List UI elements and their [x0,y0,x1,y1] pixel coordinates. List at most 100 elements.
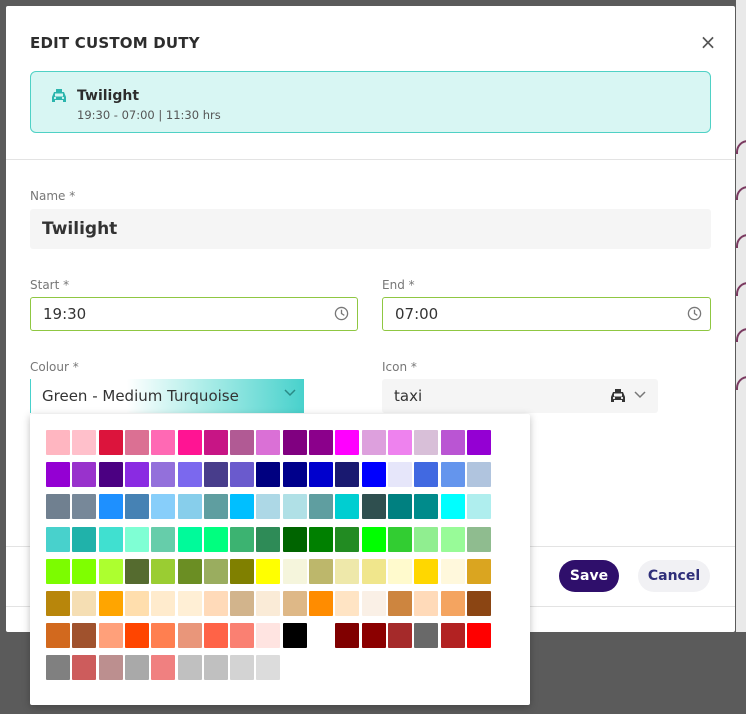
colour-swatch[interactable] [151,526,176,552]
colour-swatch[interactable] [466,526,491,552]
colour-swatch[interactable] [309,558,333,584]
colour-swatch[interactable] [440,430,465,455]
end-time-input[interactable]: 07:00 [382,297,711,331]
colour-swatch[interactable] [466,558,491,584]
colour-swatch[interactable] [72,558,97,584]
colour-swatch[interactable] [230,430,255,455]
colour-swatch[interactable] [309,526,333,552]
colour-swatch[interactable] [72,526,97,552]
icon-select[interactable]: taxi [382,379,658,413]
colour-swatch[interactable] [177,494,202,520]
colour-swatch[interactable] [177,591,202,616]
colour-swatch[interactable] [282,591,307,616]
colour-swatch[interactable] [282,494,307,520]
colour-swatch[interactable] [414,591,439,616]
colour-swatch[interactable] [361,558,386,584]
colour-swatch[interactable] [387,558,412,584]
colour-swatch[interactable] [335,623,360,649]
colour-swatch[interactable] [309,430,333,455]
colour-swatch[interactable] [124,558,149,584]
colour-swatch[interactable] [335,591,360,616]
colour-swatch[interactable] [203,494,228,520]
colour-swatch[interactable] [72,591,97,616]
clock-icon[interactable] [687,306,702,321]
colour-swatch[interactable] [309,623,333,649]
colour-swatch[interactable] [282,462,307,488]
colour-swatch[interactable] [440,462,465,488]
colour-swatch[interactable] [98,558,123,584]
colour-swatch[interactable] [230,462,255,488]
colour-swatch[interactable] [203,591,228,616]
colour-swatch[interactable] [177,430,202,455]
colour-swatch[interactable] [256,591,281,616]
colour-swatch[interactable] [124,591,149,616]
colour-swatch[interactable] [98,655,123,681]
colour-swatch[interactable] [124,655,149,681]
colour-swatch[interactable] [124,462,149,488]
colour-swatch[interactable] [440,494,465,520]
colour-swatch[interactable] [361,462,386,488]
colour-swatch[interactable] [98,494,123,520]
close-button[interactable]: × [696,32,720,54]
colour-swatch[interactable] [387,494,412,520]
colour-swatch[interactable] [177,655,202,681]
colour-swatch[interactable] [256,430,281,455]
chevron-down-icon[interactable] [634,391,646,399]
colour-swatch[interactable] [387,623,412,649]
colour-swatch[interactable] [151,655,176,681]
colour-swatch[interactable] [203,430,228,455]
colour-swatch[interactable] [387,591,412,616]
colour-swatch[interactable] [230,655,255,681]
chevron-down-icon[interactable] [284,389,296,397]
colour-swatch[interactable] [98,462,123,488]
colour-swatch[interactable] [335,462,360,488]
colour-swatch[interactable] [256,526,281,552]
colour-swatch[interactable] [256,655,281,681]
colour-swatch[interactable] [98,526,123,552]
colour-swatch[interactable] [466,494,491,520]
colour-swatch[interactable] [361,430,386,455]
colour-swatch[interactable] [151,591,176,616]
colour-swatch[interactable] [361,623,386,649]
colour-swatch[interactable] [72,494,97,520]
colour-swatch[interactable] [203,462,228,488]
colour-swatch[interactable] [335,526,360,552]
colour-swatch[interactable] [361,494,386,520]
colour-swatch[interactable] [335,430,360,455]
colour-swatch[interactable] [98,591,123,616]
colour-swatch[interactable] [230,526,255,552]
colour-swatch[interactable] [414,623,439,649]
save-button[interactable]: Save [559,560,619,592]
colour-swatch[interactable] [203,623,228,649]
colour-swatch[interactable] [177,462,202,488]
colour-swatch[interactable] [309,494,333,520]
colour-swatch[interactable] [124,494,149,520]
colour-swatch[interactable] [466,591,491,616]
colour-swatch[interactable] [151,462,176,488]
colour-swatch[interactable] [46,655,70,681]
colour-swatch[interactable] [335,494,360,520]
colour-swatch[interactable] [309,591,333,616]
colour-swatch[interactable] [46,623,70,649]
colour-swatch[interactable] [177,526,202,552]
colour-swatch[interactable] [466,623,491,649]
colour-swatch[interactable] [387,430,412,455]
colour-swatch[interactable] [230,558,255,584]
colour-swatch[interactable] [46,558,70,584]
colour-swatch[interactable] [282,430,307,455]
colour-swatch[interactable] [177,558,202,584]
colour-swatch[interactable] [230,494,255,520]
colour-swatch[interactable] [440,591,465,616]
colour-swatch[interactable] [361,591,386,616]
start-time-input[interactable]: 19:30 [30,297,358,331]
colour-swatch[interactable] [46,462,70,488]
colour-swatch[interactable] [124,623,149,649]
colour-swatch[interactable] [203,558,228,584]
colour-swatch[interactable] [361,526,386,552]
colour-swatch[interactable] [440,526,465,552]
colour-swatch[interactable] [440,558,465,584]
colour-swatch[interactable] [230,623,255,649]
colour-swatch[interactable] [387,462,412,488]
colour-swatch[interactable] [177,623,202,649]
colour-swatch[interactable] [151,430,176,455]
